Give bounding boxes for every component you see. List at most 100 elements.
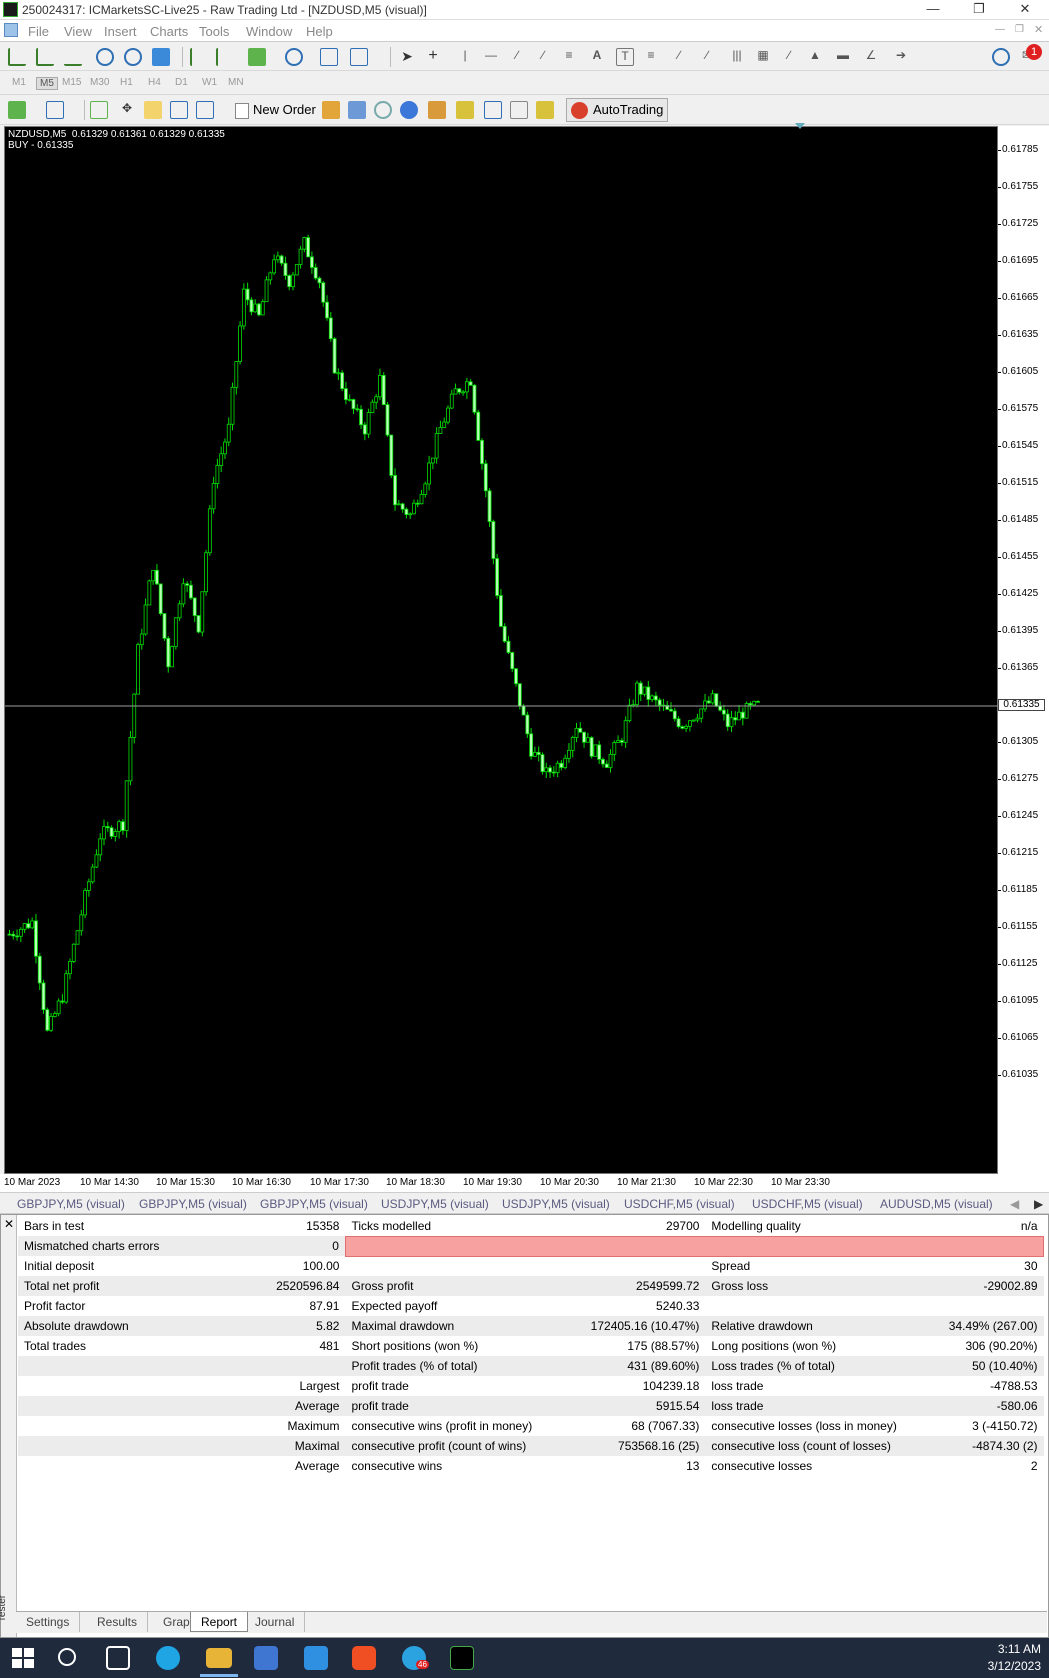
tab-results[interactable]: Results — [87, 1612, 149, 1632]
mdi-minimize-button[interactable]: — — [995, 24, 1005, 35]
crosshair-icon[interactable]: + — [424, 48, 442, 66]
microsoft-store-icon[interactable] — [254, 1646, 278, 1670]
mdi-close-button[interactable]: ✕ — [1034, 23, 1043, 36]
print-icon[interactable] — [510, 101, 528, 119]
autoscroll-icon[interactable] — [216, 48, 234, 66]
line-chart-icon[interactable] — [64, 48, 82, 66]
task-view-icon[interactable] — [106, 1646, 130, 1670]
tab-journal[interactable]: Journal — [245, 1612, 306, 1632]
tab-settings[interactable]: Settings — [16, 1612, 81, 1632]
mdi-restore-button[interactable]: ❐ — [1015, 24, 1024, 35]
chart-tab[interactable]: AUDUSD,M5 (visual) — [880, 1197, 993, 1211]
tab-report[interactable]: Report — [190, 1612, 249, 1632]
cursor-icon[interactable]: ➤ — [398, 48, 416, 66]
tile-windows-icon[interactable] — [152, 48, 170, 66]
menu-help[interactable]: Help — [306, 24, 333, 39]
tf-m5[interactable]: M5 — [36, 77, 58, 90]
text-icon[interactable]: A — [588, 48, 606, 66]
vertical-line-icon[interactable]: | — [456, 48, 474, 66]
tabs-scroll-right-icon[interactable]: ▶ — [1034, 1197, 1043, 1211]
new-chart-icon[interactable] — [8, 101, 26, 119]
tf-mn[interactable]: MN — [228, 77, 244, 88]
community-icon[interactable] — [428, 101, 446, 119]
market-icon[interactable] — [374, 101, 392, 119]
system-clock[interactable]: 3:11 AM 3/12/2023 — [988, 1641, 1041, 1675]
auto-trading-button[interactable]: AutoTrading — [566, 98, 669, 122]
signals-icon[interactable] — [348, 101, 366, 119]
equidistant-channel-icon[interactable]: ∕ — [534, 48, 552, 66]
brave-browser-icon[interactable] — [352, 1646, 376, 1670]
chart-templates-icon[interactable] — [350, 48, 368, 66]
chart-tab[interactable]: USDJPY,M5 (visual) — [381, 1197, 489, 1211]
file-explorer-icon[interactable] — [206, 1648, 232, 1668]
price-chart[interactable]: NZDUSD,M5 0.61329 0.61361 0.61329 0.6133… — [4, 123, 999, 1174]
menu-charts[interactable]: Charts — [150, 24, 188, 39]
chart-tab[interactable]: GBPJPY,M5 (visual) — [260, 1197, 368, 1211]
fullscreen-icon[interactable] — [484, 101, 502, 119]
mail-icon[interactable] — [304, 1646, 328, 1670]
bar-chart-icon[interactable] — [8, 48, 26, 66]
fibo-fan-icon[interactable]: ≡ — [642, 48, 660, 66]
vps-icon[interactable] — [456, 101, 474, 119]
shift-marker-icon[interactable] — [795, 123, 805, 129]
gann-fan-icon[interactable]: ∕ — [698, 48, 716, 66]
market-watch-icon[interactable] — [90, 101, 108, 119]
chart-shift-icon[interactable] — [190, 48, 208, 66]
tabs-scroll-left-icon[interactable]: ◀ — [1010, 1197, 1019, 1211]
metatrader-icon[interactable] — [450, 1646, 474, 1670]
data-window-icon[interactable]: ✥ — [118, 101, 136, 119]
terminal-icon[interactable] — [170, 101, 188, 119]
price-axis[interactable]: 0.61785 0.61755 0.61725 0.61695 0.61665 0.616… — [998, 126, 1049, 1174]
metaeditor-icon[interactable] — [322, 101, 340, 119]
menu-file[interactable]: File — [28, 24, 49, 39]
gann-grid-icon[interactable]: ▦ — [754, 48, 772, 66]
tf-m15[interactable]: M15 — [62, 77, 81, 88]
close-tester-icon[interactable]: ✕ — [4, 1217, 14, 1231]
tf-h4[interactable]: H4 — [148, 77, 161, 88]
cycle-lines-icon[interactable]: ||| — [728, 48, 746, 66]
periods-icon[interactable] — [285, 48, 303, 66]
windows-start-icon[interactable] — [10, 1646, 34, 1670]
trendline-icon[interactable]: ∕ — [508, 48, 526, 66]
chart-tab[interactable]: USDJPY,M5 (visual) — [502, 1197, 610, 1211]
chart-tab[interactable]: USDCHF,M5 (visual) — [624, 1197, 735, 1211]
horizontal-line-icon[interactable]: — — [482, 48, 500, 66]
angle-icon[interactable]: ∠ — [862, 48, 880, 66]
close-button[interactable]: ✕ — [1002, 0, 1048, 20]
tf-m30[interactable]: M30 — [90, 77, 109, 88]
time-axis[interactable]: 10 Mar 2023 10 Mar 14:30 10 Mar 15:30 10 Ma… — [0, 1174, 1049, 1192]
tf-d1[interactable]: D1 — [175, 77, 188, 88]
edge-browser-icon[interactable] — [156, 1646, 180, 1670]
profiles-icon[interactable] — [46, 101, 64, 119]
tf-h1[interactable]: H1 — [120, 77, 133, 88]
menu-window[interactable]: Window — [246, 24, 292, 39]
navigator-icon[interactable] — [144, 101, 162, 119]
help-icon[interactable] — [400, 101, 418, 119]
chart-tab[interactable]: GBPJPY,M5 (visual) — [139, 1197, 247, 1211]
strategy-tester-icon[interactable] — [196, 101, 214, 119]
menu-view[interactable]: View — [64, 24, 92, 39]
chart-tab[interactable]: USDCHF,M5 (visual) — [752, 1197, 863, 1211]
restore-button[interactable]: ❐ — [956, 0, 1002, 20]
tf-m1[interactable]: M1 — [12, 77, 26, 88]
andrews-pitchfork-icon[interactable]: ∕ — [780, 48, 798, 66]
new-order-button[interactable]: New Order — [232, 98, 321, 122]
indicators-icon[interactable] — [248, 48, 266, 66]
search-icon[interactable] — [992, 48, 1010, 66]
save-icon[interactable] — [536, 101, 554, 119]
search-icon[interactable] — [58, 1648, 76, 1666]
zoom-out-icon[interactable] — [124, 48, 142, 66]
arrows-icon[interactable]: ➔ — [892, 48, 910, 66]
candlestick-icon[interactable] — [36, 48, 54, 66]
tf-w1[interactable]: W1 — [202, 77, 217, 88]
menu-tools[interactable]: Tools — [199, 24, 229, 39]
fibonacci-icon[interactable]: ≡ — [560, 48, 578, 66]
chart-tab[interactable]: GBPJPY,M5 (visual) — [17, 1197, 125, 1211]
text-label-icon[interactable]: T — [616, 48, 634, 66]
rectangle-icon[interactable]: ▬ — [834, 48, 852, 66]
triangle-icon[interactable]: ▲ — [806, 48, 824, 66]
zoom-in-icon[interactable] — [96, 48, 114, 66]
menu-insert[interactable]: Insert — [104, 24, 137, 39]
fibo-arcs-icon[interactable]: ∕ — [670, 48, 688, 66]
templates-icon[interactable] — [320, 48, 338, 66]
